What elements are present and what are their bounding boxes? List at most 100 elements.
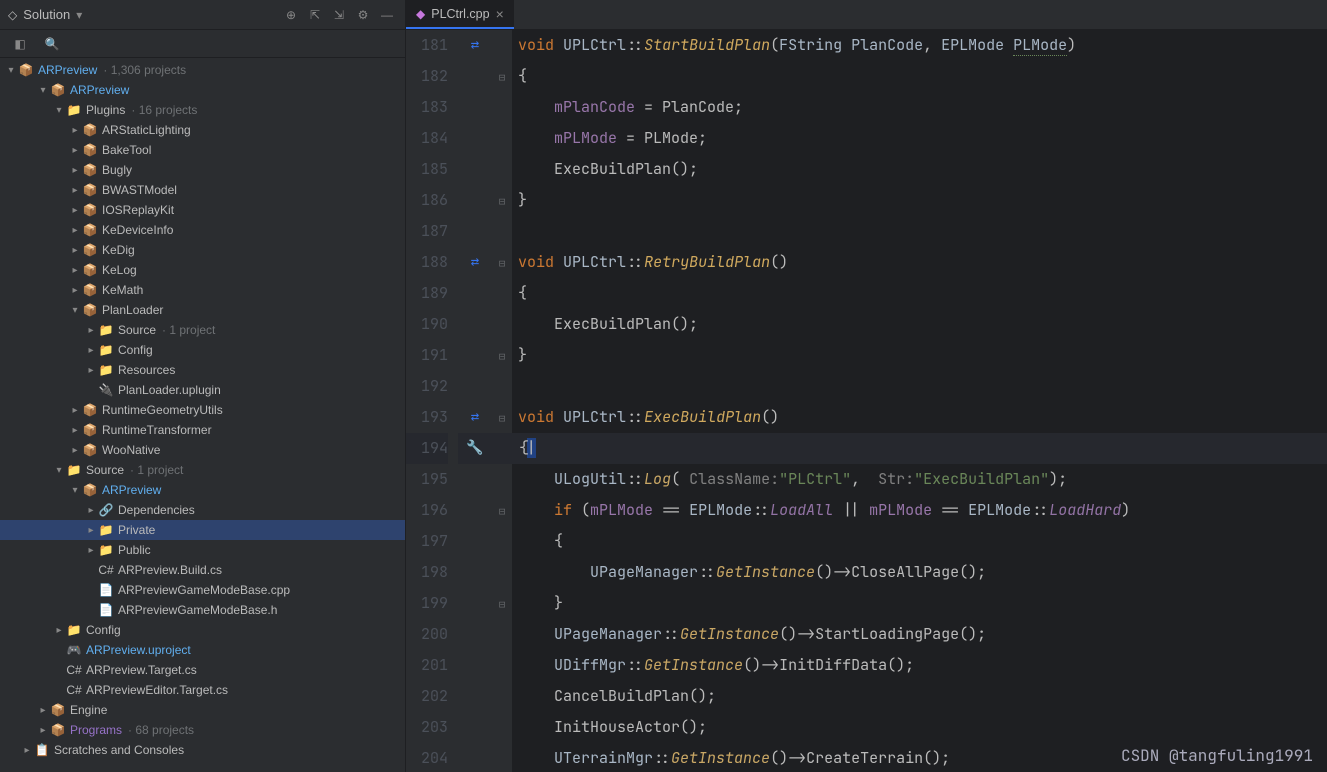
chevron-icon[interactable]: ▾ (52, 105, 66, 116)
close-icon[interactable]: × (496, 6, 504, 22)
chevron-icon[interactable]: ▸ (68, 265, 82, 276)
code-line[interactable]: UPageManager::GetInstance()->StartLoadin… (512, 619, 1327, 650)
filter-icon[interactable]: ◧ (10, 34, 30, 54)
chevron-icon[interactable]: ▸ (84, 525, 98, 536)
code-line[interactable]: {| (512, 433, 1327, 464)
chevron-icon[interactable]: ▸ (52, 625, 66, 636)
search-icon[interactable]: 🔍 (42, 34, 62, 54)
chevron-icon[interactable]: ▸ (84, 365, 98, 376)
code-line[interactable]: void UPLCtrl::ExecBuildPlan() (512, 402, 1327, 433)
chevron-icon[interactable]: ▾ (52, 465, 66, 476)
tree-item[interactable]: ▸📦KeMath (0, 280, 405, 300)
tree-item[interactable]: C#ARPreview.Build.cs (0, 560, 405, 580)
minimize-icon[interactable]: — (377, 5, 397, 25)
tree-item[interactable]: ▸📁Public (0, 540, 405, 560)
tree-root[interactable]: ▾ 📦 ARPreview · 1,306 projects (0, 60, 405, 80)
tree-item[interactable]: ▸📦BWASTModel (0, 180, 405, 200)
code-editor[interactable]: 1811821831841851861871881891901911921931… (406, 30, 1327, 772)
code-line[interactable]: mPlanCode = PlanCode; (512, 92, 1327, 123)
tree-item[interactable]: ▸📦Bugly (0, 160, 405, 180)
locate-icon[interactable]: ⊕ (281, 5, 301, 25)
code-line[interactable]: void UPLCtrl::StartBuildPlan(FString Pla… (512, 30, 1327, 61)
chevron-icon[interactable]: ▸ (68, 225, 82, 236)
chevron-icon[interactable]: ▸ (20, 745, 34, 756)
chevron-icon[interactable]: ▸ (68, 185, 82, 196)
chevron-icon[interactable]: ▸ (84, 325, 98, 336)
tree-item[interactable]: ▸📦WooNative (0, 440, 405, 460)
tree-item[interactable]: ▸📦IOSReplayKit (0, 200, 405, 220)
tree-item[interactable]: ▾📦PlanLoader (0, 300, 405, 320)
tree-item[interactable]: C#ARPreview.Target.cs (0, 660, 405, 680)
chevron-icon[interactable]: ▸ (68, 145, 82, 156)
code-line[interactable]: ExecBuildPlan(); (512, 309, 1327, 340)
tree-item[interactable]: 📄ARPreviewGameModeBase.h (0, 600, 405, 620)
chevron-icon[interactable]: ▸ (68, 165, 82, 176)
tree-item[interactable]: ▾📁Source· 1 project (0, 460, 405, 480)
code-line[interactable] (512, 216, 1327, 247)
chevron-icon[interactable]: ▸ (68, 285, 82, 296)
code-line[interactable]: InitHouseActor(); (512, 712, 1327, 743)
chevron-icon[interactable]: ▸ (68, 125, 82, 136)
tree-item[interactable]: ▸📦KeDig (0, 240, 405, 260)
code-line[interactable]: UPageManager::GetInstance()->CloseAllPag… (512, 557, 1327, 588)
chevron-icon[interactable]: ▸ (84, 345, 98, 356)
code-line[interactable]: { (512, 61, 1327, 92)
tree-item[interactable]: ▸📦RuntimeTransformer (0, 420, 405, 440)
collapse-icon[interactable]: ⇲ (329, 5, 349, 25)
code-line[interactable]: } (512, 588, 1327, 619)
tree-item[interactable]: ▸📁Resources (0, 360, 405, 380)
code-line[interactable]: mPLMode = PLMode; (512, 123, 1327, 154)
code-line[interactable]: ULogUtil::Log( ClassName:"PLCtrl", Str:"… (512, 464, 1327, 495)
solution-tree[interactable]: ▾ 📦 ARPreview · 1,306 projects ▾📦ARPrevi… (0, 58, 405, 772)
code-line[interactable]: { (512, 278, 1327, 309)
chevron-icon[interactable]: ▸ (36, 725, 50, 736)
tree-item[interactable]: ▾📦ARPreview (0, 80, 405, 100)
tree-item[interactable]: ▸📦BakeTool (0, 140, 405, 160)
expand-icon[interactable]: ⇱ (305, 5, 325, 25)
dropdown-icon[interactable]: ▾ (76, 8, 82, 22)
tree-item[interactable]: ▸🔗Dependencies (0, 500, 405, 520)
tree-item[interactable]: ▸📁Config (0, 340, 405, 360)
tree-item[interactable]: ▸📦Engine (0, 700, 405, 720)
code-area[interactable]: void UPLCtrl::StartBuildPlan(FString Pla… (512, 30, 1327, 772)
tree-item[interactable]: ▾📦ARPreview (0, 480, 405, 500)
fold-gutter[interactable]: ⊟⊟⊟⊟⊟⊟⊟ (492, 30, 512, 772)
tree-item[interactable]: 📄ARPreviewGameModeBase.cpp (0, 580, 405, 600)
tree-item[interactable]: 🎮ARPreview.uproject (0, 640, 405, 660)
chevron-icon[interactable]: ▸ (68, 205, 82, 216)
tree-item[interactable]: C#ARPreviewEditor.Target.cs (0, 680, 405, 700)
code-line[interactable]: UDiffMgr::GetInstance()->InitDiffData(); (512, 650, 1327, 681)
code-line[interactable]: if (mPLMode == EPLMode::LoadAll || mPLMo… (512, 495, 1327, 526)
code-line[interactable]: { (512, 526, 1327, 557)
gear-icon[interactable]: ⚙ (353, 5, 373, 25)
tree-item[interactable]: ▸📦KeDeviceInfo (0, 220, 405, 240)
tree-item[interactable]: ▾📁Plugins· 16 projects (0, 100, 405, 120)
tree-item[interactable]: ▸📦Programs· 68 projects (0, 720, 405, 740)
chevron-icon[interactable]: ▸ (84, 505, 98, 516)
tree-item[interactable]: ▸📦KeLog (0, 260, 405, 280)
chevron-icon[interactable]: ▸ (84, 545, 98, 556)
code-line[interactable]: ExecBuildPlan(); (512, 154, 1327, 185)
tree-item[interactable]: ▸📁Config (0, 620, 405, 640)
tree-item[interactable]: 🔌PlanLoader.uplugin (0, 380, 405, 400)
chevron-icon[interactable]: ▸ (36, 705, 50, 716)
chevron-icon[interactable]: ▸ (68, 405, 82, 416)
chevron-icon[interactable]: ▸ (68, 245, 82, 256)
code-line[interactable]: } (512, 340, 1327, 371)
chevron-icon[interactable]: ▾ (36, 85, 50, 96)
chevron-down-icon[interactable]: ▾ (4, 65, 18, 76)
chevron-icon[interactable]: ▾ (68, 485, 82, 496)
tree-item[interactable]: ▸📋Scratches and Consoles (0, 740, 405, 760)
code-line[interactable]: void UPLCtrl::RetryBuildPlan() (512, 247, 1327, 278)
tree-item[interactable]: ▸📁Source· 1 project (0, 320, 405, 340)
code-line[interactable]: } (512, 185, 1327, 216)
tab-plctrl[interactable]: ◆ PLCtrl.cpp × (406, 0, 514, 29)
code-line[interactable]: CancelBuildPlan(); (512, 681, 1327, 712)
chevron-icon[interactable]: ▸ (68, 445, 82, 456)
chevron-icon[interactable]: ▸ (68, 425, 82, 436)
code-line[interactable] (512, 371, 1327, 402)
tree-item[interactable]: ▸📁Private (0, 520, 405, 540)
tree-item[interactable]: ▸📦ARStaticLighting (0, 120, 405, 140)
chevron-icon[interactable]: ▾ (68, 305, 82, 316)
tree-item[interactable]: ▸📦RuntimeGeometryUtils (0, 400, 405, 420)
